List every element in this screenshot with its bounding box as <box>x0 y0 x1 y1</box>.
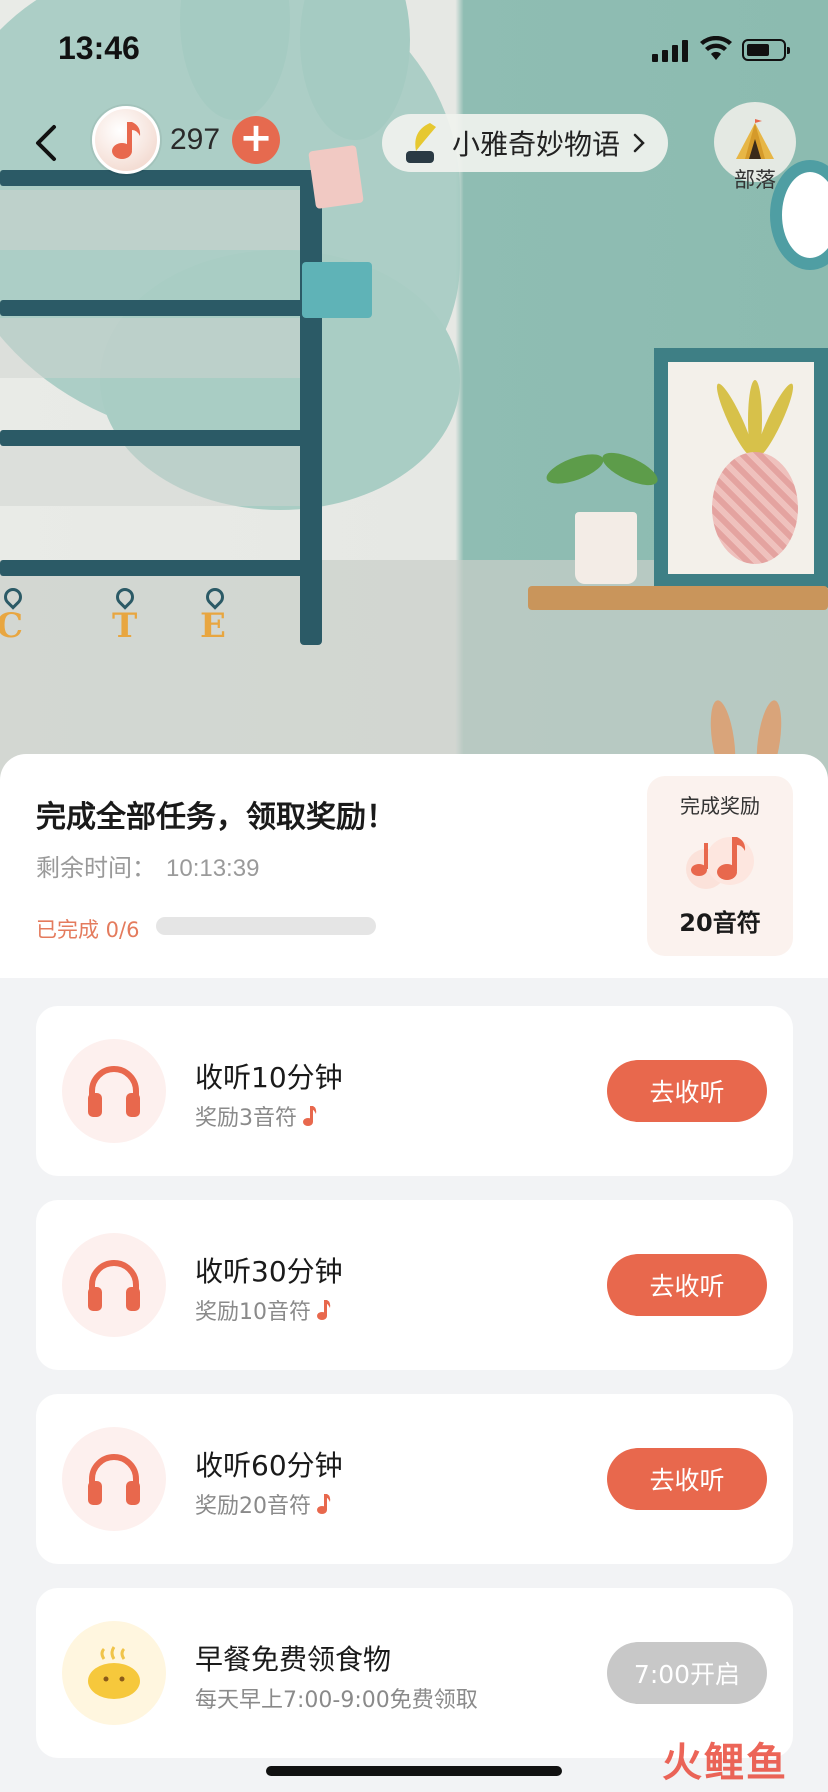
tent-icon <box>736 119 774 159</box>
status-time: 13:46 <box>58 30 140 66</box>
listen-button[interactable]: 去收听 <box>607 1060 767 1122</box>
story-title: 小雅奇妙物语 <box>452 128 621 161</box>
badge-value: 20音符 <box>679 909 761 937</box>
plus-icon: + <box>239 115 273 161</box>
music-note-icon <box>303 1106 317 1126</box>
music-note-coin-icon <box>92 106 160 174</box>
plant <box>543 448 607 490</box>
completion-reward-badge[interactable]: 完成奖励 20音符 <box>647 776 793 956</box>
task-card: 收听60分钟 奖励20音符 去收听 <box>36 1394 793 1564</box>
task-card: 收听30分钟 奖励10音符 去收听 <box>36 1200 793 1370</box>
task-card: 收听10分钟 奖励3音符 去收听 <box>36 1006 793 1176</box>
back-button[interactable] <box>24 118 68 168</box>
wifi-icon <box>700 35 732 62</box>
task-reward: 奖励20音符 <box>195 1488 331 1520</box>
rabbit-tag <box>302 262 372 318</box>
headphones-icon <box>62 1233 166 1337</box>
music-notes-icon <box>680 831 760 893</box>
add-notes-button[interactable]: + <box>232 115 281 164</box>
tribe-label: 部落 <box>734 168 776 192</box>
feather-pen-icon <box>406 123 436 163</box>
chevron-left-icon <box>36 125 56 161</box>
signal-icon <box>652 40 692 62</box>
completed-count: 已完成 0/6 <box>36 918 140 942</box>
progress-bar <box>156 917 376 935</box>
sticky-note <box>308 144 364 210</box>
chevron-right-icon <box>633 133 645 153</box>
remaining-time-value: 10:13:39 <box>166 855 260 882</box>
listen-button[interactable]: 去收听 <box>607 1448 767 1510</box>
home-indicator[interactable] <box>266 1766 562 1776</box>
tribe-button[interactable]: 部落 <box>712 102 798 194</box>
music-note-icon <box>317 1494 331 1514</box>
note-balance: 297 + <box>92 106 281 174</box>
bun-icon <box>62 1621 166 1725</box>
listen-button[interactable]: 去收听 <box>607 1254 767 1316</box>
battery-icon <box>742 39 790 61</box>
story-selector[interactable]: 小雅奇妙物语 <box>382 114 668 172</box>
headphones-icon <box>62 1039 166 1143</box>
task-title: 早餐免费领食物 <box>195 1643 392 1676</box>
reward-title: 完成全部任务，领取奖励！ <box>36 800 396 835</box>
flower-pot <box>575 512 637 584</box>
note-count: 297 <box>170 123 221 156</box>
badge-title: 完成奖励 <box>680 794 760 818</box>
remaining-time: 剩余时间： 10:13:39 <box>36 848 259 883</box>
music-note-icon <box>317 1300 331 1320</box>
task-reward: 奖励3音符 <box>195 1100 317 1132</box>
headphones-icon <box>62 1427 166 1531</box>
remaining-time-label: 剩余时间： <box>36 854 156 882</box>
wall-shelf <box>528 586 828 610</box>
task-title: 收听60分钟 <box>195 1449 343 1482</box>
opens-at-button[interactable]: 7:00开启 <box>607 1642 767 1704</box>
pineapple-picture <box>654 348 828 588</box>
task-reward: 每天早上7:00-9:00免费领取 <box>195 1688 478 1713</box>
task-title: 收听10分钟 <box>195 1061 343 1094</box>
task-title: 收听30分钟 <box>195 1255 343 1288</box>
watermark-logo: 火鲤鱼 <box>662 1740 788 1786</box>
task-reward: 奖励10音符 <box>195 1294 331 1326</box>
